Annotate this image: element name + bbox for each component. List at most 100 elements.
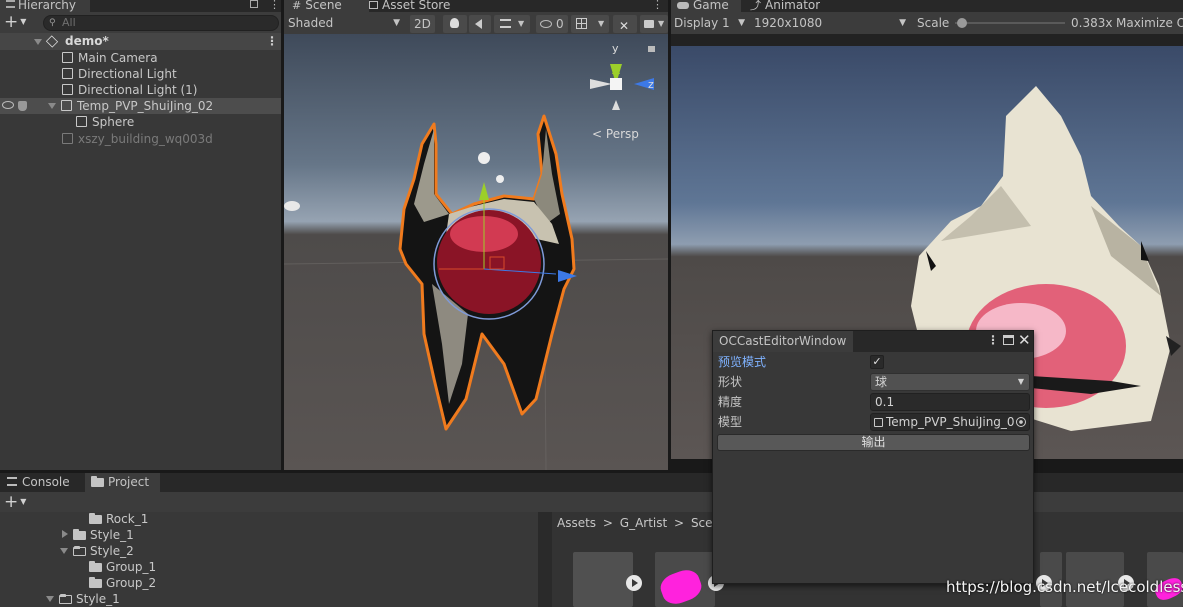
item-label: xszy_building_wq003d bbox=[78, 132, 213, 146]
project-folder-style-1b[interactable]: Style_1 bbox=[0, 591, 281, 607]
folder-icon bbox=[91, 476, 104, 487]
store-icon bbox=[369, 1, 378, 9]
shading-mode-dropdown[interactable]: Shaded ▼ bbox=[284, 14, 406, 32]
breadcrumb-assets[interactable]: Assets bbox=[557, 516, 596, 530]
breadcrumb: Assets > G_Artist > Scene bbox=[552, 514, 728, 532]
window-titlebar[interactable]: OCCastEditorWindow ⋮ ✕ bbox=[713, 331, 1033, 352]
project-splitter[interactable] bbox=[538, 512, 552, 607]
asset-thumbnail[interactable] bbox=[573, 552, 633, 607]
hierarchy-item-main-camera[interactable]: Main Camera bbox=[0, 50, 281, 66]
hidden-count: 0 bbox=[556, 17, 564, 31]
project-folder-group-2[interactable]: Group_2 bbox=[0, 575, 281, 591]
output-button[interactable]: 输出 bbox=[717, 434, 1030, 451]
hierarchy-item-directional-light-1[interactable]: Directional Light (1) bbox=[0, 82, 281, 98]
move-gizmo-y-head bbox=[479, 182, 489, 200]
chevron-down-icon: ▼ bbox=[899, 18, 906, 28]
maximize-on-play-toggle[interactable]: Maximize O bbox=[1114, 14, 1183, 32]
close-icon[interactable]: ✕ bbox=[1018, 331, 1031, 349]
tab-game[interactable]: Game bbox=[671, 0, 741, 12]
expand-arrow-icon[interactable] bbox=[34, 39, 42, 45]
tab-console[interactable]: Console bbox=[0, 473, 82, 492]
project-folder-style-1[interactable]: Style_1 bbox=[0, 527, 281, 543]
window-menu-icon[interactable]: ⋮ bbox=[987, 333, 999, 347]
pickable-hand-icon[interactable] bbox=[18, 101, 27, 111]
hierarchy-item-sphere[interactable]: Sphere bbox=[0, 114, 281, 130]
folder-label: Group_2 bbox=[106, 576, 157, 590]
preview-mode-checkbox[interactable]: ✓ bbox=[870, 355, 884, 369]
expand-arrow-icon[interactable] bbox=[48, 103, 56, 109]
expand-arrow-icon[interactable] bbox=[46, 596, 54, 602]
tab-hierarchy[interactable]: Hierarchy bbox=[0, 0, 90, 12]
visibility-eye-icon[interactable] bbox=[2, 101, 14, 109]
hierarchy-item-temp-pvp[interactable]: Temp_PVP_ShuiJing_02 bbox=[0, 98, 281, 114]
gameobject-icon bbox=[874, 418, 883, 427]
hierarchy-menu-icon[interactable]: ⋮ bbox=[269, 0, 280, 11]
tab-asset-store[interactable]: Asset Store bbox=[369, 0, 450, 12]
expand-arrow-icon[interactable] bbox=[60, 548, 68, 554]
folder-label: Style_2 bbox=[90, 544, 134, 558]
tab-game-label: Game bbox=[693, 0, 729, 12]
oc-cast-editor-window: OCCastEditorWindow ⋮ ✕ 预览模式 ✓ 形状 球 ▼ 精度 … bbox=[712, 330, 1034, 584]
preview-mode-row: 预览模式 ✓ bbox=[713, 352, 1034, 372]
display-dropdown[interactable]: Display 1 ▼ bbox=[671, 14, 749, 32]
project-add-button[interactable]: + ▼ bbox=[4, 492, 34, 512]
shape-dropdown[interactable]: 球 ▼ bbox=[870, 373, 1030, 391]
scene-render bbox=[284, 64, 668, 470]
folder-label: Group_1 bbox=[106, 560, 157, 574]
scale-number: 0.383 bbox=[1071, 16, 1106, 30]
scene-viewport[interactable]: y z < Persp bbox=[284, 34, 668, 470]
maximize-icon[interactable] bbox=[1003, 335, 1014, 345]
asset-thumbnail[interactable] bbox=[655, 552, 715, 607]
hierarchy-item-directional-light[interactable]: Directional Light bbox=[0, 66, 281, 82]
hierarchy-search-input[interactable]: ⚲ All bbox=[43, 15, 279, 31]
scene-lighting-toggle[interactable] bbox=[443, 15, 467, 33]
tab-asset-store-label: Asset Store bbox=[382, 0, 451, 12]
precision-input[interactable]: 0.1 bbox=[870, 393, 1030, 411]
hierarchy-lock-icon[interactable] bbox=[250, 0, 258, 8]
scene-camera-dropdown[interactable]: ▼ bbox=[640, 15, 668, 33]
scale-slider[interactable] bbox=[955, 18, 1065, 28]
chevron-down-icon: ▼ bbox=[738, 18, 745, 28]
scene-tools-button[interactable]: ✕ bbox=[613, 15, 637, 33]
tab-scene-label: Scene bbox=[305, 0, 342, 12]
grid-snapping-dropdown[interactable]: ▼ bbox=[571, 15, 609, 33]
tab-project-label: Project bbox=[108, 475, 150, 489]
tab-project[interactable]: Project bbox=[85, 473, 160, 492]
model-row: 模型 Temp_PVP_ShuiJing_0 bbox=[713, 412, 1034, 432]
scene-name: demo* bbox=[65, 34, 109, 48]
project-folder-group-1[interactable]: Group_1 bbox=[0, 559, 281, 575]
scene-menu-icon[interactable]: ⋮ bbox=[266, 33, 278, 50]
hash-icon: # bbox=[292, 0, 302, 12]
model-object-field[interactable]: Temp_PVP_ShuiJing_0 bbox=[870, 413, 1030, 431]
orientation-gizmo bbox=[590, 64, 654, 110]
model-value: Temp_PVP_ShuiJing_0 bbox=[886, 415, 1015, 429]
gizmo-lock-icon[interactable] bbox=[648, 46, 655, 52]
toggle-2d-button[interactable]: 2D bbox=[410, 15, 435, 33]
scene-audio-toggle[interactable] bbox=[469, 15, 491, 33]
resolution-dropdown[interactable]: 1920x1080 ▼ bbox=[751, 14, 910, 32]
hierarchy-scene-row[interactable]: demo* ⋮ bbox=[0, 33, 281, 50]
wrench-icon: ✕ bbox=[619, 19, 630, 33]
gizmo-y-label: y bbox=[612, 42, 619, 55]
tab-scene[interactable]: # Scene bbox=[284, 0, 369, 12]
grid-icon bbox=[576, 18, 587, 29]
project-folder-rock-1[interactable]: Rock_1 bbox=[0, 511, 281, 527]
object-picker-icon[interactable] bbox=[1016, 417, 1026, 427]
hierarchy-add-button[interactable]: + ▼ bbox=[4, 13, 34, 32]
gameobject-icon bbox=[62, 84, 73, 95]
gameobject-icon bbox=[62, 133, 73, 144]
folder-label: Style_1 bbox=[90, 528, 134, 542]
window-title-tab[interactable]: OCCastEditorWindow bbox=[713, 331, 853, 352]
persp-toggle[interactable]: < Persp bbox=[592, 127, 639, 141]
item-label: Directional Light (1) bbox=[78, 83, 198, 97]
hierarchy-item-xszy-building[interactable]: xszy_building_wq003d bbox=[0, 131, 281, 147]
play-preview-icon[interactable] bbox=[626, 575, 642, 591]
persp-label: Persp bbox=[605, 127, 639, 141]
breadcrumb-g-artist[interactable]: G_Artist bbox=[620, 516, 667, 530]
scene-tab-menu-icon[interactable]: ⋮ bbox=[652, 0, 663, 11]
expand-arrow-icon[interactable] bbox=[62, 530, 68, 538]
project-folder-style-2[interactable]: Style_2 bbox=[0, 543, 281, 559]
tab-animator[interactable]: ⤴ Animator bbox=[744, 0, 820, 12]
hidden-objects-toggle[interactable]: 0 bbox=[536, 15, 568, 33]
scene-effects-dropdown[interactable]: ▼ bbox=[494, 15, 530, 33]
